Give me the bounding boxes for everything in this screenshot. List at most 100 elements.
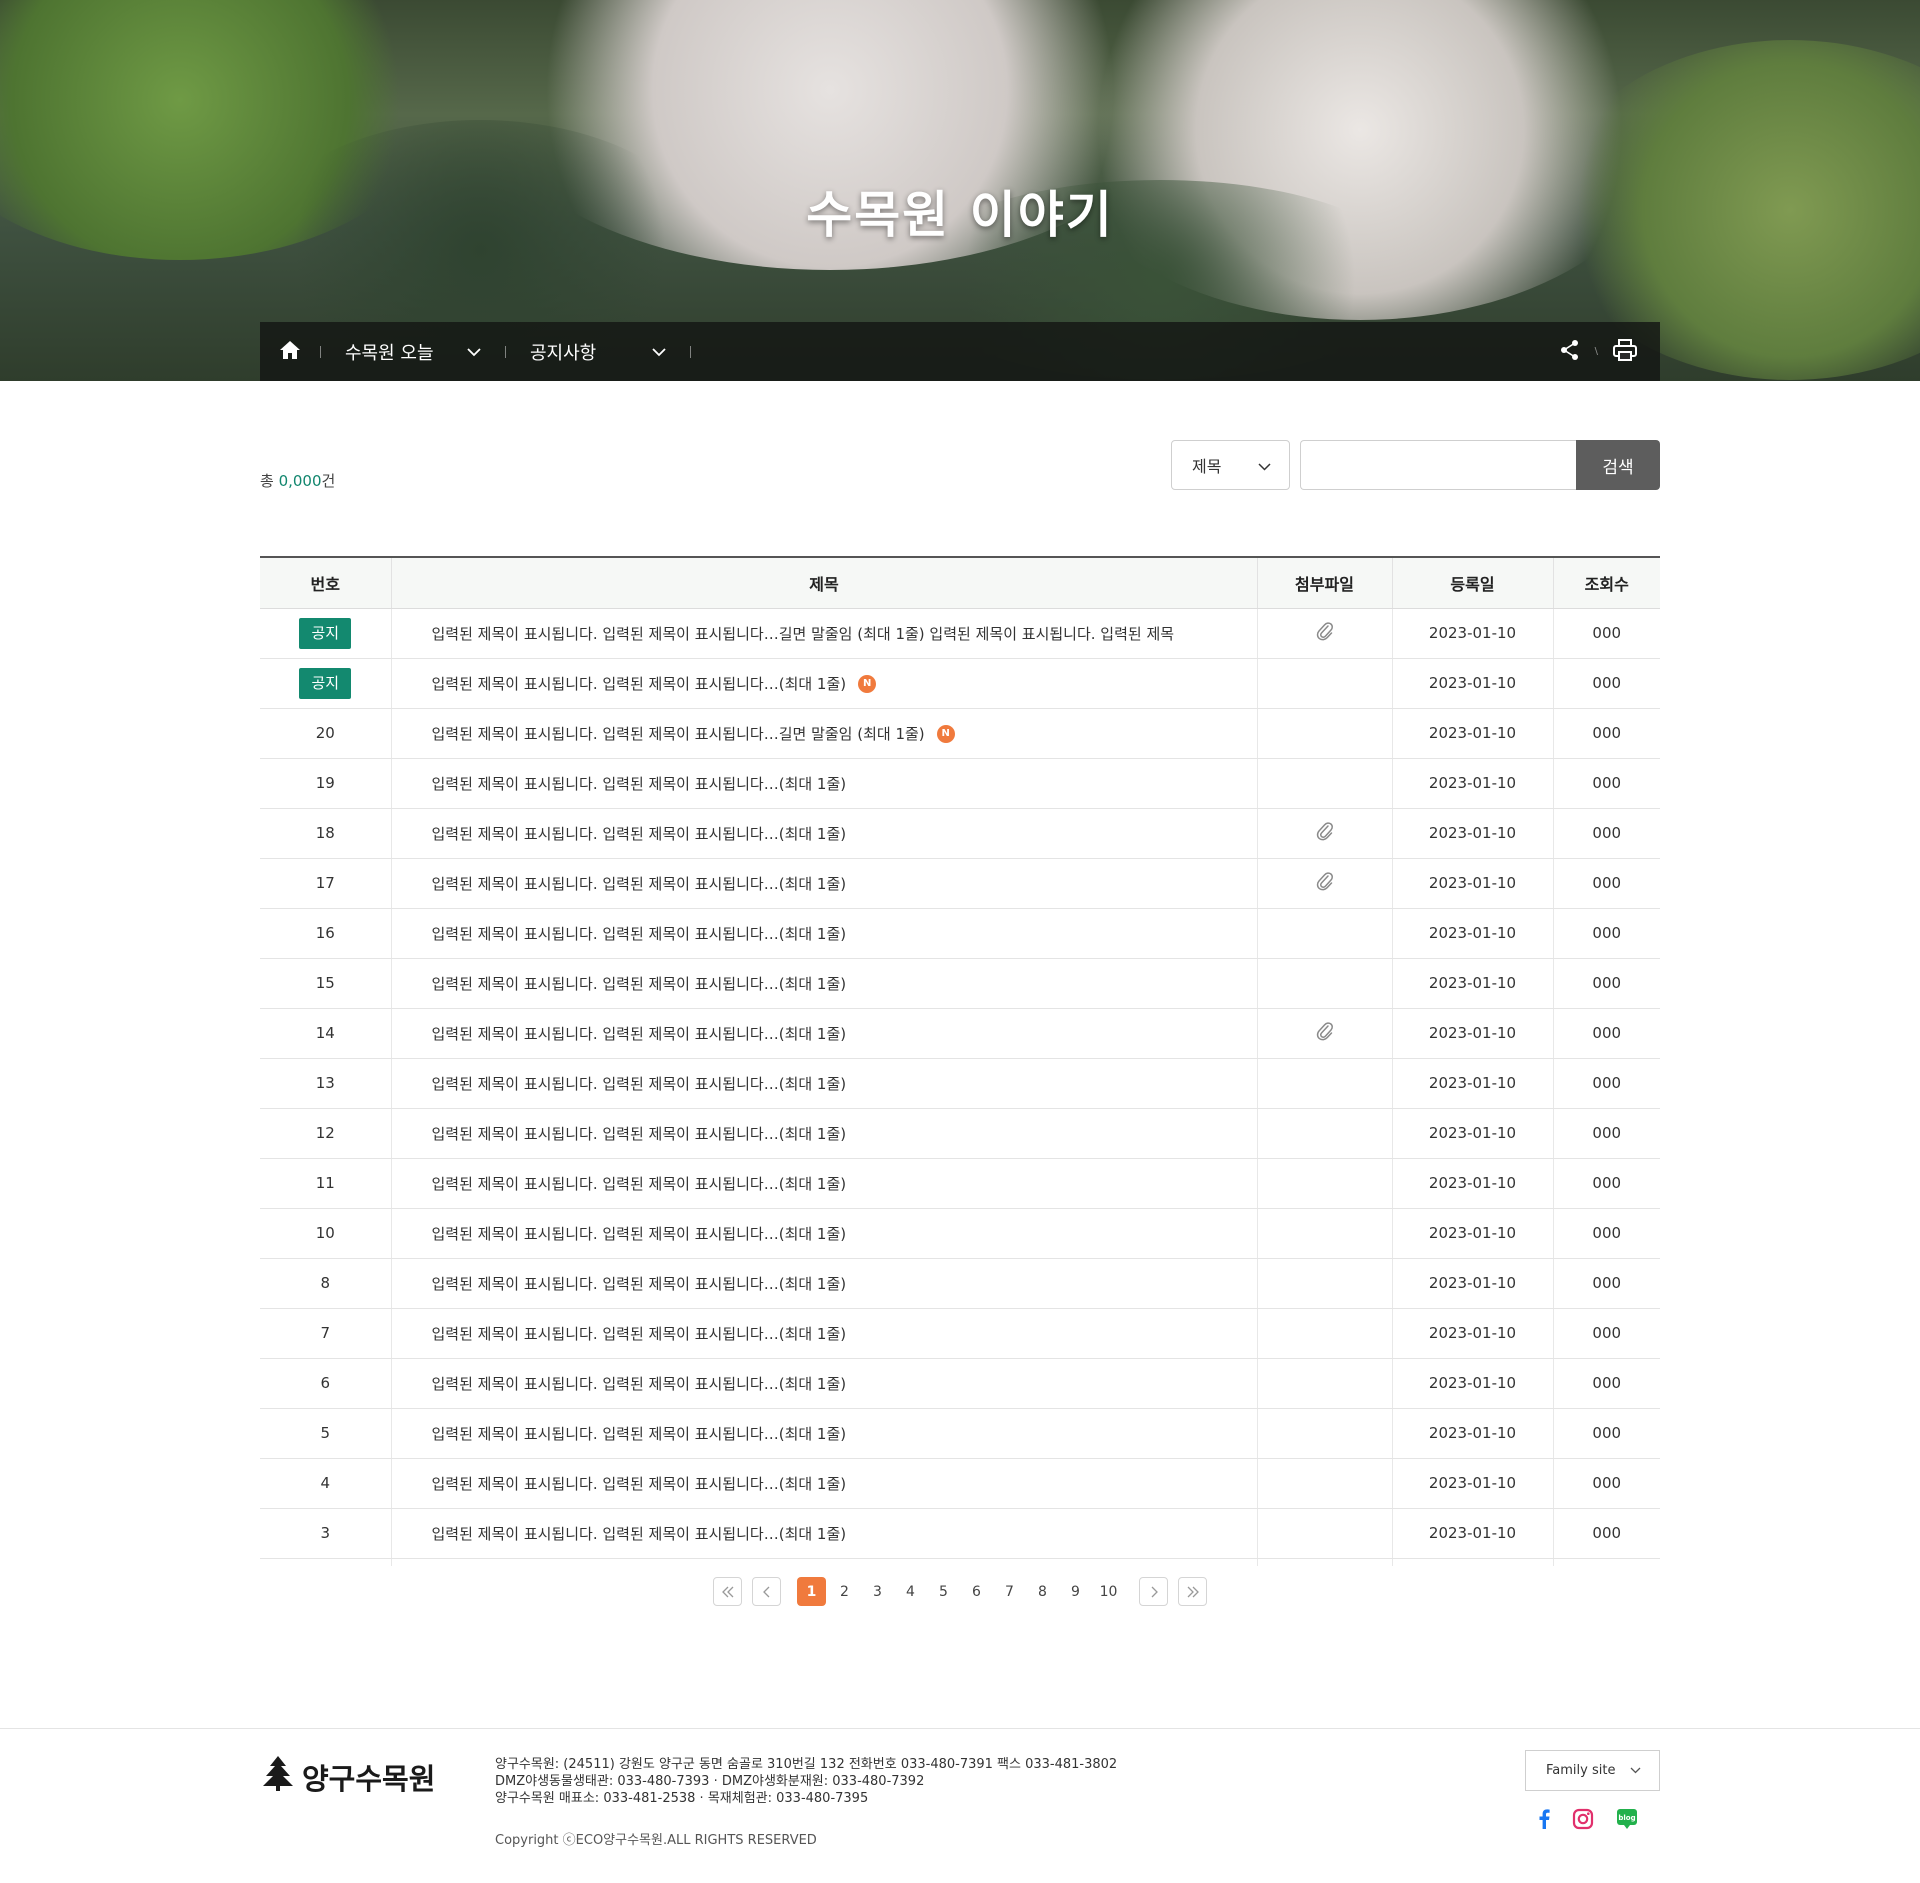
cell-title[interactable]: 입력된 제목이 표시됩니다. 입력된 제목이 표시됩니다…(최대 1줄) xyxy=(391,1108,1258,1159)
prev-page-button[interactable] xyxy=(752,1577,781,1606)
post-title-link[interactable]: 입력된 제목이 표시됩니다. 입력된 제목이 표시됩니다…(최대 1줄) xyxy=(432,925,847,943)
search-input[interactable] xyxy=(1300,440,1576,490)
page-number-4[interactable]: 4 xyxy=(896,1577,925,1606)
row-number: 19 xyxy=(315,774,335,792)
table-row[interactable]: 16 입력된 제목이 표시됩니다. 입력된 제목이 표시됩니다…(최대 1줄) 20… xyxy=(260,908,1660,959)
post-title-link[interactable]: 입력된 제목이 표시됩니다. 입력된 제목이 표시됩니다…(최대 1줄) xyxy=(432,1425,847,1443)
cell-title[interactable]: 입력된 제목이 표시됩니다. 입력된 제목이 표시됩니다…(최대 1줄) xyxy=(391,958,1258,1009)
cell-title[interactable]: 입력된 제목이 표시됩니다. 입력된 제목이 표시됩니다…길면 말줄임 (최대 … xyxy=(391,608,1258,659)
post-title-link[interactable]: 입력된 제목이 표시됩니다. 입력된 제목이 표시됩니다…(최대 1줄) xyxy=(432,1525,847,1543)
table-row[interactable]: 11 입력된 제목이 표시됩니다. 입력된 제목이 표시됩니다…(최대 1줄) 20… xyxy=(260,1158,1660,1209)
post-title-link[interactable]: 입력된 제목이 표시됩니다. 입력된 제목이 표시됩니다…(최대 1줄) xyxy=(432,1475,847,1493)
table-row[interactable]: 20 입력된 제목이 표시됩니다. 입력된 제목이 표시됩니다…길면 말줄임 (최… xyxy=(260,708,1660,759)
cell-title[interactable]: 입력된 제목이 표시됩니다. 입력된 제목이 표시됩니다…(최대 1줄) xyxy=(391,1508,1258,1559)
table-row[interactable]: 15 입력된 제목이 표시됩니다. 입력된 제목이 표시됩니다…(최대 1줄) 20… xyxy=(260,958,1660,1009)
next-page-button[interactable] xyxy=(1139,1577,1168,1606)
blog-icon[interactable]: blog xyxy=(1616,1808,1638,1834)
cell-title[interactable]: 입력된 제목이 표시됩니다. 입력된 제목이 표시됩니다…(최대 1줄) xyxy=(391,908,1258,959)
nav-depth2-dropdown[interactable]: 공지사항 xyxy=(506,322,690,381)
row-number: 15 xyxy=(315,974,335,992)
post-title-link[interactable]: 입력된 제목이 표시됩니다. 입력된 제목이 표시됩니다…(최대 1줄) xyxy=(432,1175,847,1193)
col-header-attachment: 첨부파일 xyxy=(1257,557,1393,609)
table-row[interactable]: 4 입력된 제목이 표시됩니다. 입력된 제목이 표시됩니다…(최대 1줄) 202… xyxy=(260,1458,1660,1509)
cell-title[interactable]: 입력된 제목이 표시됩니다. 입력된 제목이 표시됩니다…(최대 1줄) xyxy=(391,758,1258,809)
post-title-link[interactable]: 입력된 제목이 표시됩니다. 입력된 제목이 표시됩니다…(최대 1줄) xyxy=(432,1075,847,1093)
page-number-7[interactable]: 7 xyxy=(995,1577,1024,1606)
cell-date: 2023-01-10 xyxy=(1392,1058,1554,1109)
cell-date: 2023-01-10 xyxy=(1392,958,1554,1009)
facebook-icon[interactable] xyxy=(1538,1809,1550,1833)
cell-title[interactable]: 입력된 제목이 표시됩니다. 입력된 제목이 표시됩니다…(최대 1줄) N xyxy=(391,658,1258,709)
paperclip-icon[interactable] xyxy=(1316,822,1334,846)
table-row[interactable]: 18 입력된 제목이 표시됩니다. 입력된 제목이 표시됩니다…(최대 1줄) 20… xyxy=(260,808,1660,859)
family-site-select[interactable]: Family site xyxy=(1525,1750,1660,1791)
table-row[interactable]: 17 입력된 제목이 표시됩니다. 입력된 제목이 표시됩니다…(최대 1줄) 20… xyxy=(260,858,1660,909)
post-title-link[interactable]: 입력된 제목이 표시됩니다. 입력된 제목이 표시됩니다…(최대 1줄) xyxy=(432,1375,847,1393)
table-row[interactable]: 공지 입력된 제목이 표시됩니다. 입력된 제목이 표시됩니다…길면 말줄임 (최… xyxy=(260,608,1660,659)
cell-title[interactable]: 입력된 제목이 표시됩니다. 입력된 제목이 표시됩니다…길면 말줄임 (최대 … xyxy=(391,708,1258,759)
page-number-1[interactable]: 1 xyxy=(797,1577,826,1606)
first-page-button[interactable] xyxy=(713,1577,742,1606)
cell-views: 000 xyxy=(1553,1208,1660,1259)
footer-logo[interactable]: 양구수목원 xyxy=(260,1754,435,1799)
page-number-2[interactable]: 2 xyxy=(830,1577,859,1606)
cell-title[interactable]: 입력된 제목이 표시됩니다. 입력된 제목이 표시됩니다…(최대 1줄) xyxy=(391,1308,1258,1359)
post-title-link[interactable]: 입력된 제목이 표시됩니다. 입력된 제목이 표시됩니다…길면 말줄임 (최대 … xyxy=(432,725,925,743)
post-title-link[interactable]: 입력된 제목이 표시됩니다. 입력된 제목이 표시됩니다…(최대 1줄) xyxy=(432,1325,847,1343)
table-row[interactable]: 13 입력된 제목이 표시됩니다. 입력된 제목이 표시됩니다…(최대 1줄) 20… xyxy=(260,1058,1660,1109)
cell-title[interactable]: 입력된 제목이 표시됩니다. 입력된 제목이 표시됩니다…(최대 1줄) xyxy=(391,1008,1258,1059)
cell-views: 000 xyxy=(1553,1458,1660,1509)
search-button[interactable]: 검색 xyxy=(1576,440,1660,490)
print-icon[interactable] xyxy=(1612,338,1638,366)
search-field-select[interactable]: 제목 xyxy=(1171,440,1290,490)
post-title-link[interactable]: 입력된 제목이 표시됩니다. 입력된 제목이 표시됩니다…(최대 1줄) xyxy=(432,1125,847,1143)
page-number-3[interactable]: 3 xyxy=(863,1577,892,1606)
cell-attachment xyxy=(1257,858,1393,909)
post-title-link[interactable]: 입력된 제목이 표시됩니다. 입력된 제목이 표시됩니다…(최대 1줄) xyxy=(432,1025,847,1043)
post-title-link[interactable]: 입력된 제목이 표시됩니다. 입력된 제목이 표시됩니다…(최대 1줄) xyxy=(432,825,847,843)
instagram-icon[interactable] xyxy=(1572,1808,1594,1834)
cell-title[interactable]: 입력된 제목이 표시됩니다. 입력된 제목이 표시됩니다…(최대 1줄) xyxy=(391,1158,1258,1209)
table-row[interactable]: 공지 입력된 제목이 표시됩니다. 입력된 제목이 표시됩니다…(최대 1줄) N 2… xyxy=(260,658,1660,709)
nav-separator xyxy=(690,345,691,358)
post-title-link[interactable]: 입력된 제목이 표시됩니다. 입력된 제목이 표시됩니다…(최대 1줄) xyxy=(432,1275,847,1293)
table-row[interactable]: 10 입력된 제목이 표시됩니다. 입력된 제목이 표시됩니다…(최대 1줄) 20… xyxy=(260,1208,1660,1259)
post-title-link[interactable]: 입력된 제목이 표시됩니다. 입력된 제목이 표시됩니다…(최대 1줄) xyxy=(432,675,847,693)
last-page-button[interactable] xyxy=(1178,1577,1207,1606)
table-row[interactable]: 7 입력된 제목이 표시됩니다. 입력된 제목이 표시됩니다…(최대 1줄) 202… xyxy=(260,1308,1660,1359)
nav-depth1-dropdown[interactable]: 수목원 오늘 xyxy=(321,322,505,381)
post-title-link[interactable]: 입력된 제목이 표시됩니다. 입력된 제목이 표시됩니다…(최대 1줄) xyxy=(432,975,847,993)
table-row[interactable]: 5 입력된 제목이 표시됩니다. 입력된 제목이 표시됩니다…(최대 1줄) 202… xyxy=(260,1408,1660,1459)
post-title-link[interactable]: 입력된 제목이 표시됩니다. 입력된 제목이 표시됩니다…(최대 1줄) xyxy=(432,875,847,893)
page-number-5[interactable]: 5 xyxy=(929,1577,958,1606)
table-row[interactable]: 19 입력된 제목이 표시됩니다. 입력된 제목이 표시됩니다…(최대 1줄) 20… xyxy=(260,758,1660,809)
page-number-6[interactable]: 6 xyxy=(962,1577,991,1606)
table-row[interactable]: 8 입력된 제목이 표시됩니다. 입력된 제목이 표시됩니다…(최대 1줄) 202… xyxy=(260,1258,1660,1309)
table-row[interactable]: 3 입력된 제목이 표시됩니다. 입력된 제목이 표시됩니다…(최대 1줄) 202… xyxy=(260,1508,1660,1559)
paperclip-icon[interactable] xyxy=(1316,1022,1334,1046)
table-row[interactable]: 14 입력된 제목이 표시됩니다. 입력된 제목이 표시됩니다…(최대 1줄) 20… xyxy=(260,1008,1660,1059)
cell-title[interactable]: 입력된 제목이 표시됩니다. 입력된 제목이 표시됩니다…(최대 1줄) xyxy=(391,1408,1258,1459)
cell-title[interactable]: 입력된 제목이 표시됩니다. 입력된 제목이 표시됩니다…(최대 1줄) xyxy=(391,808,1258,859)
row-number: 20 xyxy=(315,724,335,742)
cell-title[interactable]: 입력된 제목이 표시됩니다. 입력된 제목이 표시됩니다…(최대 1줄) xyxy=(391,1458,1258,1509)
table-row[interactable]: 6 입력된 제목이 표시됩니다. 입력된 제목이 표시됩니다…(최대 1줄) 202… xyxy=(260,1358,1660,1409)
cell-title[interactable]: 입력된 제목이 표시됩니다. 입력된 제목이 표시됩니다…(최대 1줄) xyxy=(391,1208,1258,1259)
paperclip-icon[interactable] xyxy=(1316,622,1334,646)
post-title-link[interactable]: 입력된 제목이 표시됩니다. 입력된 제목이 표시됩니다…(최대 1줄) xyxy=(432,775,847,793)
cell-title[interactable]: 입력된 제목이 표시됩니다. 입력된 제목이 표시됩니다…(최대 1줄) xyxy=(391,1358,1258,1409)
page-number-8[interactable]: 8 xyxy=(1028,1577,1057,1606)
table-row[interactable]: 12 입력된 제목이 표시됩니다. 입력된 제목이 표시됩니다…(최대 1줄) 20… xyxy=(260,1108,1660,1159)
post-title-link[interactable]: 입력된 제목이 표시됩니다. 입력된 제목이 표시됩니다…(최대 1줄) xyxy=(432,1225,847,1243)
cell-title[interactable]: 입력된 제목이 표시됩니다. 입력된 제목이 표시됩니다…(최대 1줄) xyxy=(391,1258,1258,1309)
post-title-link[interactable]: 입력된 제목이 표시됩니다. 입력된 제목이 표시됩니다…길면 말줄임 (최대 … xyxy=(432,625,1175,643)
cell-views: 000 xyxy=(1553,1058,1660,1109)
cell-title[interactable]: 입력된 제목이 표시됩니다. 입력된 제목이 표시됩니다…(최대 1줄) xyxy=(391,858,1258,909)
cell-number: 11 xyxy=(260,1158,392,1209)
share-icon[interactable] xyxy=(1559,339,1581,365)
home-button[interactable] xyxy=(260,322,320,381)
page-number-10[interactable]: 10 xyxy=(1094,1577,1123,1606)
paperclip-icon[interactable] xyxy=(1316,872,1334,896)
page-number-9[interactable]: 9 xyxy=(1061,1577,1090,1606)
cell-title[interactable]: 입력된 제목이 표시됩니다. 입력된 제목이 표시됩니다…(최대 1줄) xyxy=(391,1058,1258,1109)
